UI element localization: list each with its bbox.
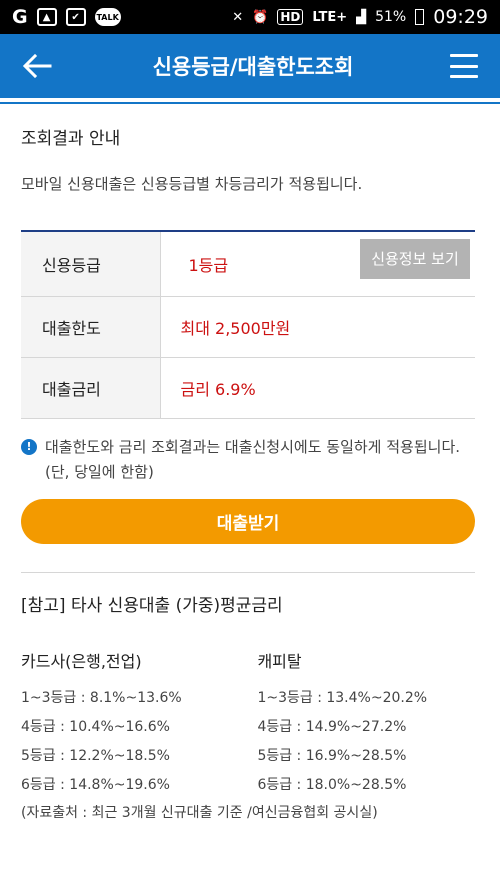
- capital-rates-column: 캐피탈 1~3등급 : 13.4%~20.2% 4등급 : 14.9%~27.2…: [257, 648, 476, 800]
- app-notification-icon: ✔: [65, 8, 86, 26]
- reference-title: [참고] 타사 신용대출 (가중)평균금리: [21, 595, 283, 616]
- grade-value: 1등급: [188, 255, 229, 275]
- table-row: 대출금리 금리 6.9%: [21, 357, 475, 419]
- list-item: 6등급 : 18.0%~28.5%: [257, 776, 407, 793]
- limit-value: 최대 2,500만원: [160, 296, 475, 358]
- section-divider: [21, 571, 475, 573]
- mute-icon: ✕: [232, 9, 244, 25]
- kakaotalk-icon: TALK: [94, 8, 121, 26]
- status-bar: G ▲ ✔ TALK ✕ ⏰ HD LTE+ ▟ 51% 09:29: [0, 0, 500, 34]
- grade-cell: 1등급 신용정보 보기: [160, 231, 475, 297]
- apply-loan-button[interactable]: 대출받기: [21, 498, 475, 544]
- network-type: LTE+: [312, 9, 348, 25]
- rate-value: 금리 6.9%: [160, 357, 475, 419]
- rate-label: 대출금리: [21, 357, 161, 419]
- signal-icon: ▟: [356, 9, 367, 25]
- result-table: 신용등급 1등급 신용정보 보기 대출한도 최대 2,500만원 대출금리 금리…: [21, 230, 475, 419]
- table-row: 대출한도 최대 2,500만원: [21, 296, 475, 358]
- page-title: 신용등급/대출한도조회: [152, 55, 354, 79]
- clock: 09:29: [433, 6, 488, 28]
- list-item: 1~3등급 : 8.1%~13.6%: [21, 689, 182, 706]
- main-content: 조회결과 안내 모바일 신용대출은 신용등급별 차등금리가 적용됩니다. 신용등…: [0, 124, 500, 822]
- notice-text: 대출한도와 금리 조회결과는 대출신청시에도 동일하게 적용됩니다.(단, 당일…: [45, 437, 461, 481]
- table-row: 신용등급 1등급 신용정보 보기: [21, 231, 475, 297]
- hamburger-icon: [450, 54, 478, 57]
- notice: ! 대출한도와 금리 조회결과는 대출신청시에도 동일하게 적용됩니다.(단, …: [21, 435, 476, 485]
- hamburger-icon: [450, 75, 478, 78]
- list-item: 5등급 : 16.9%~28.5%: [257, 747, 407, 764]
- gallery-icon: ▲: [36, 8, 57, 26]
- alarm-icon: ⏰: [252, 9, 269, 25]
- section-title: 조회결과 안내: [21, 129, 121, 149]
- list-item: 6등급 : 14.8%~19.6%: [21, 776, 170, 793]
- capital-header: 캐피탈: [257, 651, 302, 671]
- card-rates-column: 카드사(은행,전업) 1~3등급 : 8.1%~13.6% 4등급 : 10.4…: [21, 648, 257, 800]
- list-item: 5등급 : 12.2%~18.5%: [21, 747, 170, 764]
- list-item: 4등급 : 14.9%~27.2%: [257, 718, 407, 735]
- battery-icon: [415, 9, 425, 25]
- exclamation-icon: !: [21, 438, 37, 455]
- back-button[interactable]: [22, 51, 56, 81]
- credit-info-button[interactable]: 신용정보 보기: [360, 238, 470, 279]
- reference-rates: 카드사(은행,전업) 1~3등급 : 8.1%~13.6% 4등급 : 10.4…: [21, 648, 476, 800]
- hd-voice-icon: HD: [277, 9, 304, 25]
- app-header: 신용등급/대출한도조회: [0, 34, 500, 98]
- description-text: 모바일 신용대출은 신용등급별 차등금리가 적용됩니다.: [21, 175, 363, 193]
- battery-percent: 51%: [375, 9, 407, 25]
- list-item: 4등급 : 10.4%~16.6%: [21, 718, 170, 735]
- header-divider: [0, 102, 500, 104]
- hamburger-icon: [450, 64, 478, 68]
- back-arrow-icon: [22, 54, 52, 78]
- grade-label: 신용등급: [21, 231, 161, 297]
- menu-button[interactable]: [450, 54, 478, 78]
- carrier-g-icon: G: [12, 6, 28, 28]
- list-item: 1~3등급 : 13.4%~20.2%: [257, 689, 428, 706]
- limit-label: 대출한도: [21, 296, 161, 358]
- card-header: 카드사(은행,전업): [21, 651, 142, 671]
- source-note: (자료출처 : 최근 3개월 신규대출 기준 /여신금융협회 공시실): [21, 804, 378, 821]
